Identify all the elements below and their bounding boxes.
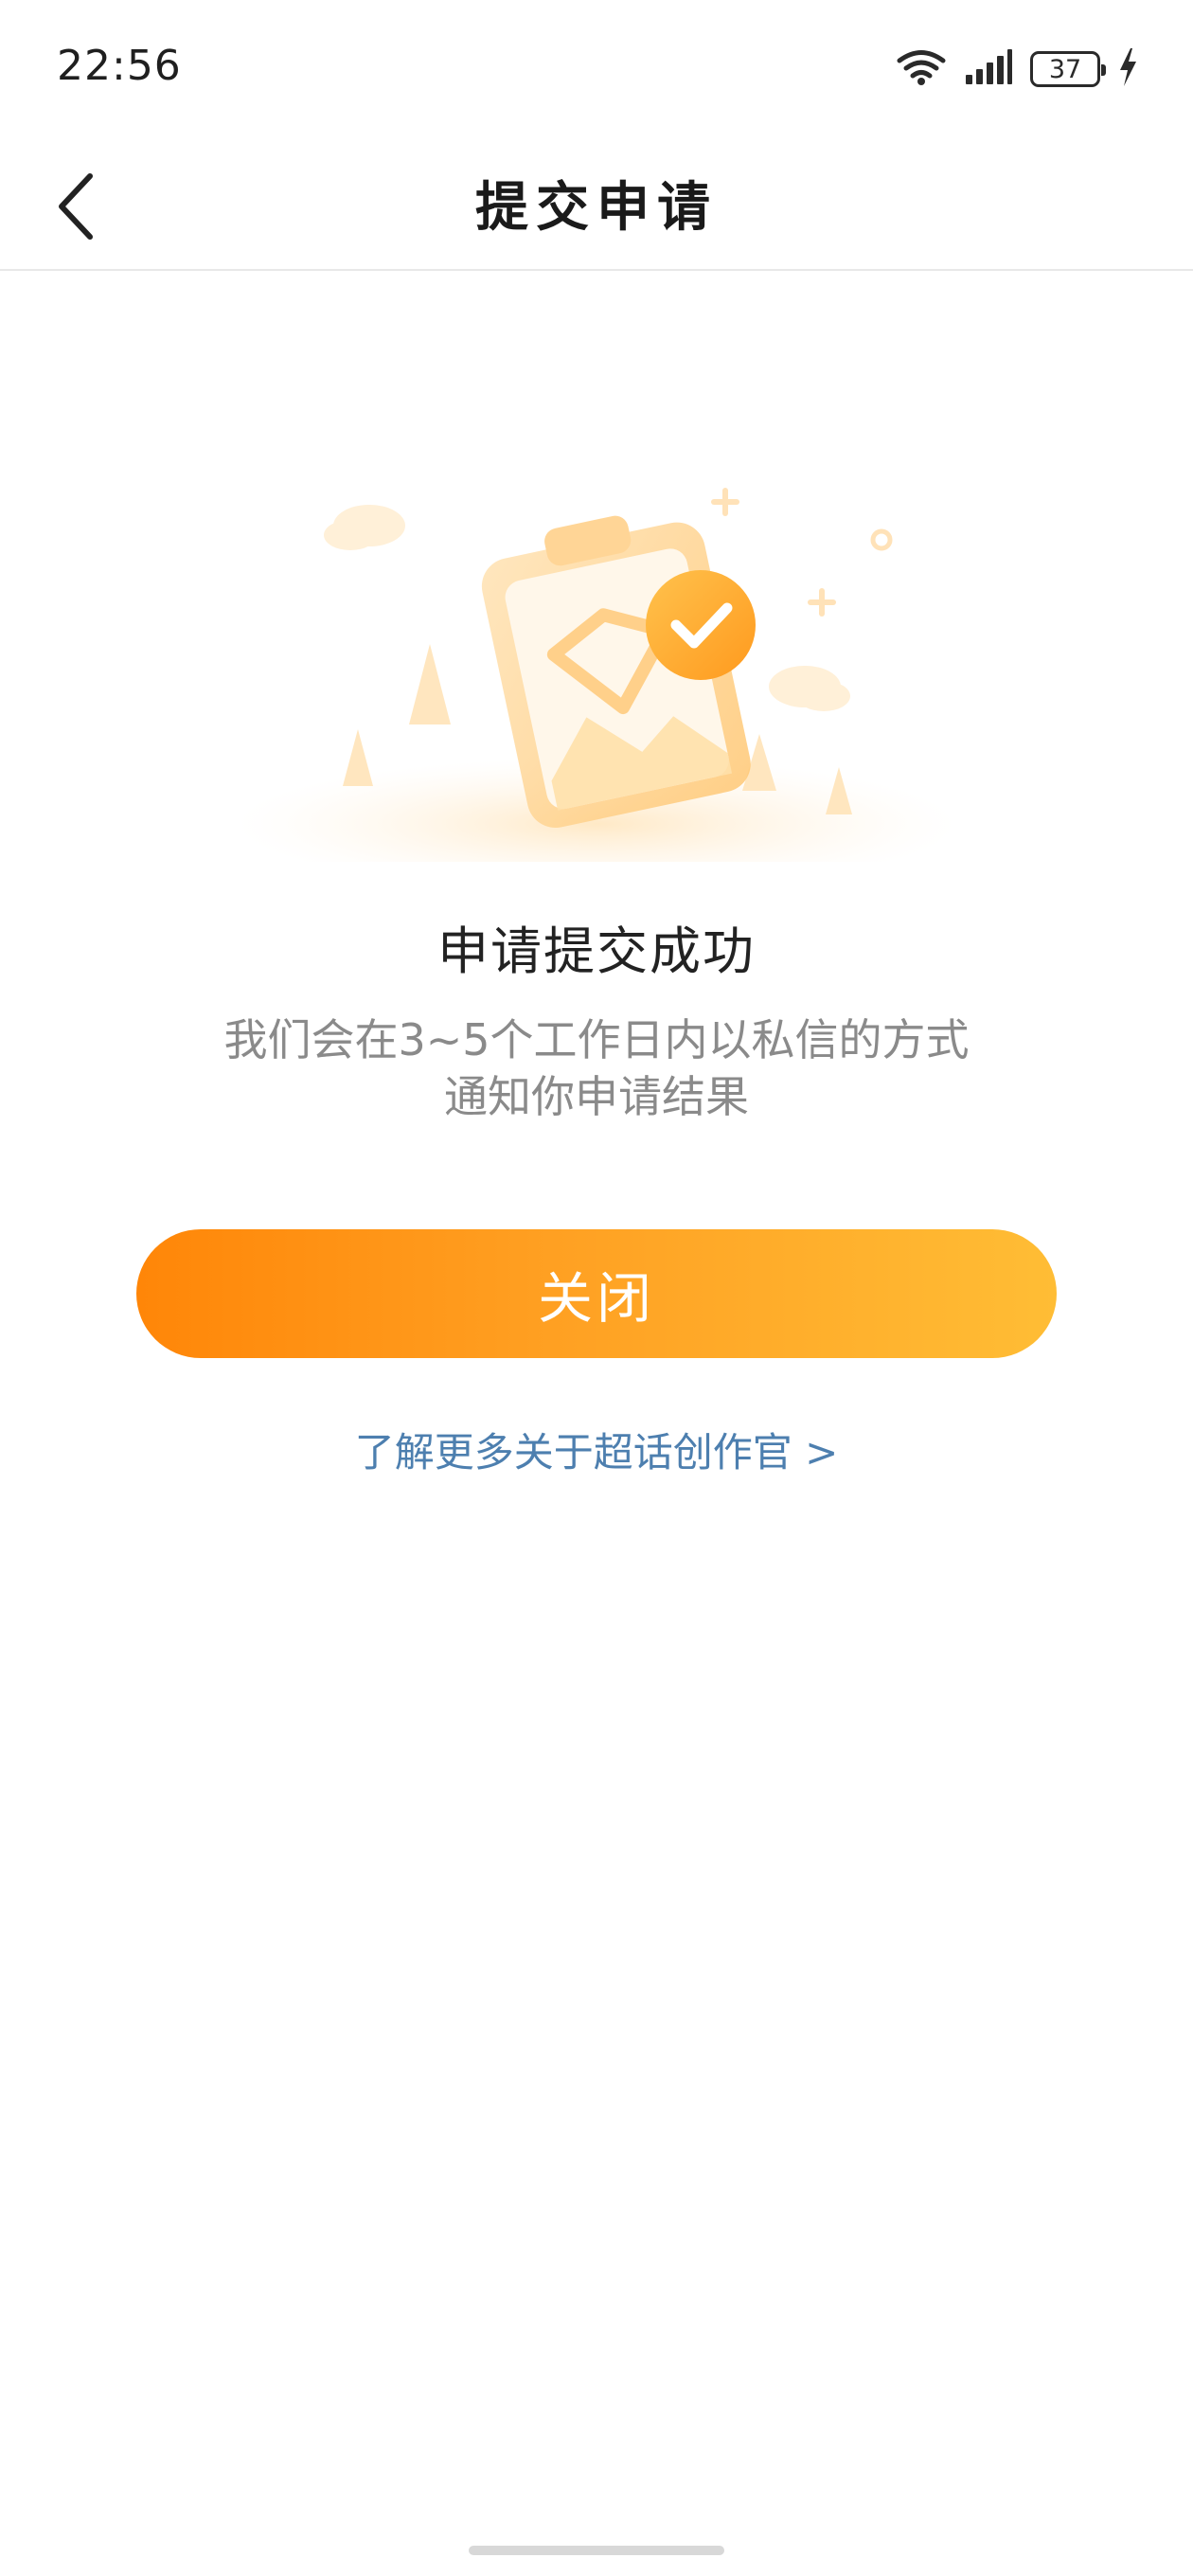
result-description: 我们会在3~5个工作日内以私信的方式 通知你申请结果 (142, 1011, 1051, 1125)
result-title: 申请提交成功 (437, 921, 756, 981)
battery-level: 37 (1048, 54, 1082, 84)
nav-bar: 提交申请 (0, 142, 1193, 271)
battery-icon: 37 (1030, 51, 1106, 87)
success-clipboard-check-icon (237, 488, 956, 890)
result-description-line1: 我们会在3~5个工作日内以私信的方式 (223, 1014, 970, 1065)
charging-icon (1117, 47, 1138, 91)
close-button[interactable]: 关闭 (136, 1229, 1057, 1358)
home-indicator[interactable] (469, 2546, 724, 2555)
result-description-line2: 通知你申请结果 (444, 1071, 749, 1122)
status-bar: 22:56 37 (0, 0, 1193, 142)
success-illustration (218, 464, 975, 890)
page-title: 提交申请 (475, 177, 718, 239)
wifi-icon (896, 48, 947, 90)
status-icons: 37 (896, 45, 1138, 93)
learn-more-link[interactable]: 了解更多关于超话创作官 > (0, 1421, 1193, 1478)
status-time: 22:56 (57, 42, 182, 90)
signal-icon (964, 48, 1013, 90)
